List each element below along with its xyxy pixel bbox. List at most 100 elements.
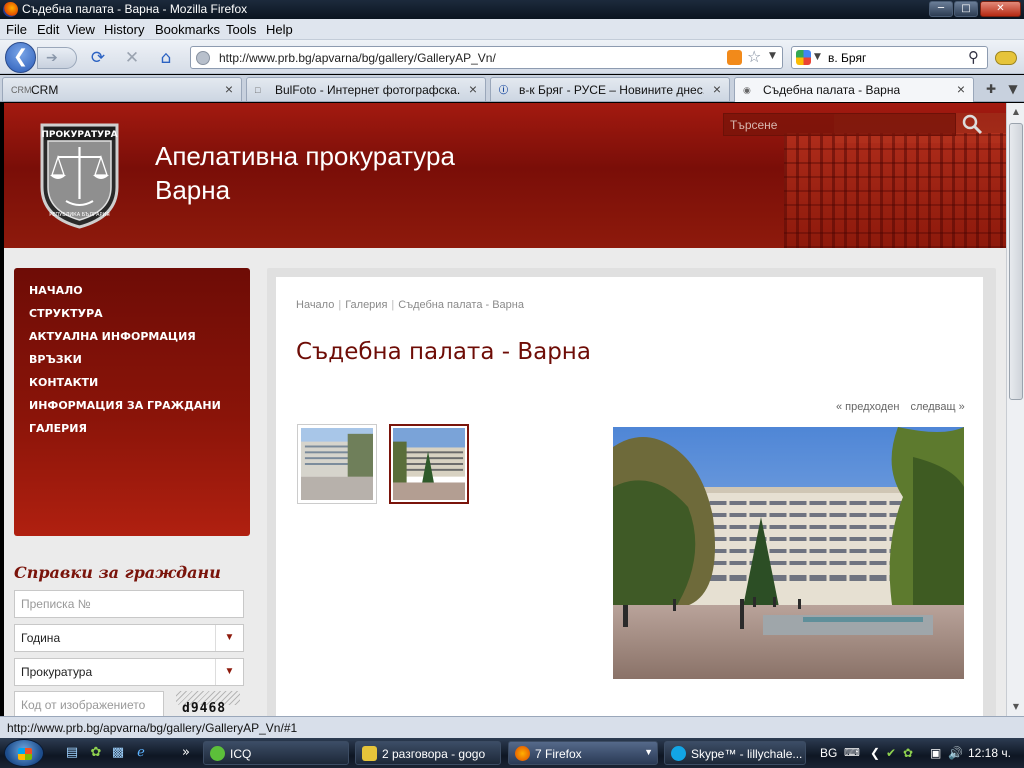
sidebar-item-aktualna-informaciya[interactable]: АКТУАЛНА ИНФОРМАЦИЯ — [29, 330, 196, 343]
address-bar[interactable]: http://www.prb.bg/apvarna/bg/gallery/Gal… — [190, 46, 783, 69]
breadcrumb: Начало | Галерия | Съдебна палата - Варна — [296, 299, 524, 311]
emblem-top-text: ПРОКУРАТУРА — [41, 130, 117, 140]
new-tab-icon[interactable]: ✚ — [980, 78, 1002, 100]
tab-crm[interactable]: CRM CRM × — [2, 77, 242, 101]
status-bar: http://www.prb.bg/apvarna/bg/gallery/Gal… — [0, 716, 1024, 738]
taskbar-item-chat[interactable]: 2 разговора - gogo — [355, 741, 501, 765]
captcha-field[interactable]: Код от изображението — [14, 691, 164, 716]
icq-tray-icon[interactable]: ✿ — [903, 746, 913, 760]
page-viewport: ПРОКУРАТУРА РЕПУБЛИКА БЪЛГАРИЯ Апелативн… — [4, 103, 1006, 716]
sidebar-item-nachalo[interactable]: НАЧАЛО — [29, 284, 83, 297]
year-select[interactable]: Година ▼ — [14, 624, 244, 652]
scrollbar-thumb[interactable] — [1009, 123, 1023, 400]
forward-button[interactable]: ➔ — [37, 47, 77, 69]
maximize-button[interactable]: □ — [954, 1, 978, 17]
close-tab-icon[interactable]: × — [957, 81, 965, 97]
search-engine-icon[interactable] — [796, 50, 811, 65]
sidebar-item-galeriya[interactable]: ГАЛЕРИЯ — [29, 422, 87, 435]
office-select[interactable]: Прокуратура ▼ — [14, 658, 244, 686]
sidebar-item-info-grazhdani[interactable]: ИНФОРМАЦИЯ ЗА ГРАЖДАНИ — [29, 399, 221, 412]
gallery-thumbnail-selected[interactable] — [389, 424, 469, 504]
stop-icon[interactable]: ✕ — [122, 48, 142, 68]
page-title: Съдебна палата - Варна — [296, 339, 591, 365]
office-select-label: Прокуратура — [21, 665, 93, 679]
internet-explorer-icon[interactable]: ℯ — [133, 745, 149, 761]
site-identity-icon[interactable] — [196, 51, 210, 65]
menu-history[interactable]: History — [104, 22, 144, 37]
reload-icon[interactable]: ⟳ — [88, 48, 108, 68]
bookmark-star-icon[interactable]: ☆ — [747, 47, 761, 66]
scroll-down-icon[interactable]: ▼ — [1009, 699, 1023, 715]
menu-help[interactable]: Help — [266, 22, 293, 37]
shield-check-icon[interactable]: ✔ — [886, 746, 896, 760]
menu-edit[interactable]: Edit — [37, 22, 59, 37]
menu-file[interactable]: File — [6, 22, 27, 37]
tab-sadebna-palata[interactable]: ◉ Съдебна палата - Варна × — [734, 77, 974, 102]
search-bar[interactable]: ▼ в. Бряг ⚲ — [791, 46, 988, 69]
network-icon[interactable]: ▣ — [930, 746, 941, 760]
site-search-input[interactable]: Търсене — [723, 113, 956, 136]
rss-icon[interactable] — [727, 50, 742, 65]
taskbar-item-label: 2 разговора - gogo — [382, 747, 486, 761]
system-tray: BG ⌨ ❮ ✔ ✿ ▣ 🔊 12:18 ч. — [818, 738, 1024, 768]
menu-tools[interactable]: Tools — [226, 22, 256, 37]
back-button[interactable]: ❮ — [5, 42, 36, 73]
chevron-down-icon[interactable]: ▼ — [215, 625, 243, 651]
more-quicklaunch-icon[interactable]: » — [178, 745, 194, 761]
home-icon[interactable]: ⌂ — [156, 48, 176, 68]
taskbar-item-label: ICQ — [230, 747, 252, 761]
minimize-button[interactable]: ─ — [929, 1, 953, 17]
list-tabs-icon[interactable]: ▼ — [1002, 78, 1024, 100]
taskbar-item-firefox[interactable]: 7 Firefox ▼ — [508, 741, 658, 765]
tab-strip: CRM CRM × □ BulFoto - Интернет фотографс… — [0, 75, 1024, 102]
sidebar-item-vruzki[interactable]: ВРЪЗКИ — [29, 353, 82, 366]
gallery-main-photo[interactable] — [613, 427, 964, 679]
breadcrumb-gallery[interactable]: Галерия — [345, 299, 387, 311]
status-text: http://www.prb.bg/apvarna/bg/gallery/Gal… — [7, 721, 298, 735]
site-title-line1: Апелативна прокуратура — [155, 141, 455, 171]
close-tab-icon[interactable]: × — [469, 81, 477, 97]
gallery-thumbnail[interactable] — [297, 424, 377, 504]
page-scrollbar[interactable]: ▲ ▼ — [1006, 103, 1024, 716]
icq-flower-icon[interactable]: ✿ — [88, 745, 104, 761]
chat-icon — [362, 746, 377, 761]
engine-dropdown-icon[interactable]: ▼ — [814, 52, 821, 62]
tab-bulfoto[interactable]: □ BulFoto - Интернет фотографска... × — [246, 77, 486, 101]
app-window-icon[interactable]: ▩ — [110, 745, 126, 761]
addon-icon[interactable] — [995, 51, 1017, 65]
scroll-up-icon[interactable]: ▲ — [1009, 104, 1023, 120]
menu-view[interactable]: View — [67, 22, 95, 37]
next-link[interactable]: следващ » — [910, 401, 964, 413]
show-desktop-icon[interactable]: ▤ — [64, 745, 80, 761]
prev-link[interactable]: « предходен — [836, 401, 899, 413]
language-indicator[interactable]: BG — [820, 746, 837, 760]
sidebar-item-kontakti[interactable]: КОНТАКТИ — [29, 376, 98, 389]
address-input[interactable]: http://www.prb.bg/apvarna/bg/gallery/Gal… — [219, 51, 496, 65]
search-icon[interactable]: ⚲ — [968, 48, 979, 66]
taskbar-item-icq[interactable]: ICQ — [203, 741, 349, 765]
history-dropdown-icon[interactable]: ▼ — [769, 51, 776, 61]
prosecution-emblem-logo[interactable]: ПРОКУРАТУРА РЕПУБЛИКА БЪЛГАРИЯ — [32, 117, 127, 229]
firefox-icon — [3, 2, 18, 17]
site-search-icon[interactable] — [961, 113, 983, 135]
keyboard-icon[interactable]: ⌨ — [844, 746, 860, 759]
sidebar-item-struktura[interactable]: СТРУКТУРА — [29, 307, 103, 320]
clock[interactable]: 12:18 ч. — [968, 746, 1011, 760]
menu-bookmarks[interactable]: Bookmarks — [155, 22, 220, 37]
volume-icon[interactable]: 🔊 — [948, 746, 963, 760]
case-number-field[interactable]: Преписка № — [14, 590, 244, 618]
tab-bryag[interactable]: ⓘ в-к Бряг - РУСЕ – Новините днес.... × — [490, 77, 730, 101]
close-window-button[interactable]: ✕ — [980, 1, 1021, 17]
tray-expand-icon[interactable]: ❮ — [870, 746, 880, 760]
captcha-image: d9468 — [176, 691, 240, 716]
start-button[interactable] — [4, 739, 44, 767]
site-title[interactable]: Апелативна прокуратура Варна — [155, 139, 455, 207]
breadcrumb-home[interactable]: Начало — [296, 299, 334, 311]
search-input[interactable]: в. Бряг — [828, 51, 866, 65]
year-select-label: Година — [21, 631, 61, 645]
taskbar-item-skype[interactable]: Skype™ - lillychale... — [664, 741, 806, 765]
chevron-down-icon[interactable]: ▼ — [215, 659, 243, 685]
close-tab-icon[interactable]: × — [225, 81, 233, 97]
close-tab-icon[interactable]: × — [713, 81, 721, 97]
group-dropdown-icon[interactable]: ▼ — [644, 747, 653, 757]
